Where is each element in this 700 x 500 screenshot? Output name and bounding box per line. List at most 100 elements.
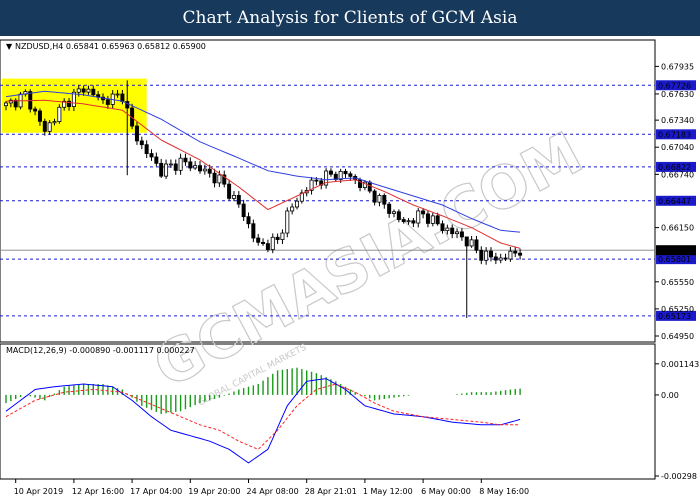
candle-down: [139, 140, 144, 146]
y-tick-label: 0.66740: [661, 170, 694, 179]
candle-down: [328, 170, 333, 175]
candle-down: [343, 170, 348, 175]
candle-up: [57, 106, 62, 123]
level-label: 0.66447: [658, 197, 691, 206]
candle-down: [134, 125, 139, 142]
candle-down: [518, 252, 523, 256]
candle-up: [445, 227, 450, 231]
candle-down: [464, 236, 469, 247]
candle-down: [387, 203, 392, 214]
candle-down: [207, 168, 212, 174]
y-tick-label: 0.67935: [661, 62, 694, 71]
candle-down: [37, 110, 42, 122]
candle-down: [372, 190, 377, 203]
x-tick-label: 10 Apr 2019: [14, 487, 63, 496]
candle-up: [231, 194, 236, 199]
macd-panel: [0, 343, 656, 480]
y-tick-label: 0.67040: [661, 143, 694, 152]
candle-down: [144, 144, 149, 154]
x-tick-label: 8 May 16:00: [479, 487, 529, 496]
candle-down: [91, 88, 96, 96]
candle-down: [275, 236, 280, 240]
current-price-label: 0.65900: [658, 246, 691, 255]
candle-down: [421, 210, 426, 215]
candle-down: [435, 215, 440, 225]
candle-down: [236, 194, 241, 205]
candle-down: [401, 219, 406, 223]
candle-up: [406, 220, 411, 223]
candle-down: [149, 153, 154, 158]
y-tick-label: 0.67630: [661, 90, 694, 99]
level-label: 0.65801: [658, 255, 691, 264]
candle-down: [450, 227, 455, 235]
candle-down: [479, 249, 484, 261]
candle-down: [246, 216, 251, 225]
candle-up: [193, 165, 198, 169]
candle-down: [256, 237, 261, 243]
candle-down: [42, 120, 47, 132]
symbol-label: NZDUSD,H4 0.65841 0.65963 0.65812 0.6590…: [15, 42, 206, 51]
chart-header: Chart Analysis for Clients of GCM Asia: [0, 0, 700, 36]
candle-up: [416, 210, 421, 224]
x-tick-label: 17 Apr 04:00: [130, 487, 182, 496]
x-tick-label: 12 Apr 16:00: [72, 487, 124, 496]
candle-down: [503, 257, 508, 260]
candle-down: [251, 223, 256, 239]
candle-up: [217, 174, 222, 184]
candle-up: [285, 210, 290, 234]
candle-down: [314, 179, 319, 182]
candle-up: [294, 200, 299, 208]
candle-down: [197, 165, 202, 172]
candle-down: [173, 163, 178, 171]
candle-up: [498, 257, 503, 261]
candle-down: [261, 241, 266, 245]
candle-up: [280, 232, 285, 240]
candle-down: [493, 256, 498, 261]
y-tick-label: 0.67340: [661, 116, 694, 125]
candle-up: [4, 102, 9, 107]
candle-up: [202, 168, 207, 172]
macd-label: MACD(12,26,9) -0.000890 -0.001117 0.0002…: [6, 346, 195, 355]
candle-down: [183, 157, 188, 163]
price-chart-canvas: GCMASIA.COMGLOBAL CAPITAL MARKETS 0.6772…: [0, 39, 699, 496]
candle-up: [508, 250, 513, 260]
candle-down: [154, 156, 159, 164]
candle-up: [484, 250, 489, 261]
candle-down: [120, 93, 125, 102]
candle-down: [425, 213, 430, 224]
candle-up: [47, 122, 52, 132]
candle-down: [212, 172, 217, 184]
candle-down: [159, 162, 164, 177]
candle-down: [241, 203, 246, 218]
candle-down: [488, 250, 493, 258]
candle-down: [459, 231, 464, 238]
level-label: 0.67183: [658, 130, 691, 139]
candle-down: [474, 239, 479, 251]
candle-down: [440, 223, 445, 231]
candle-up: [391, 211, 396, 214]
macd-tick-label: 0.00: [661, 391, 679, 400]
candle-up: [469, 239, 474, 247]
candle-up: [168, 163, 173, 166]
y-tick-label: 0.64950: [661, 332, 694, 341]
candle-down: [396, 211, 401, 220]
x-tick-label: 28 Apr 21:01: [305, 487, 357, 496]
candle-up: [178, 157, 183, 171]
x-tick-label: 19 Apr 20:00: [188, 487, 240, 496]
chart-title: Chart Analysis for Clients of GCM Asia: [182, 8, 518, 28]
candle-down: [367, 181, 372, 192]
chart-triangle-icon: ▼: [6, 42, 13, 51]
x-tick-label: 6 May 00:00: [421, 487, 471, 496]
candle-up: [270, 236, 275, 250]
candle-down: [411, 220, 416, 224]
candle-down: [105, 99, 110, 105]
macd-tick-label: -0.00298: [661, 472, 697, 481]
candle-down: [227, 183, 232, 199]
candle-up: [290, 206, 295, 212]
candle-up: [86, 88, 91, 93]
candle-down: [348, 173, 353, 177]
candle-down: [33, 108, 38, 112]
candle-down: [382, 195, 387, 205]
y-tick-label: 0.66150: [661, 224, 694, 233]
candle-up: [52, 121, 57, 124]
